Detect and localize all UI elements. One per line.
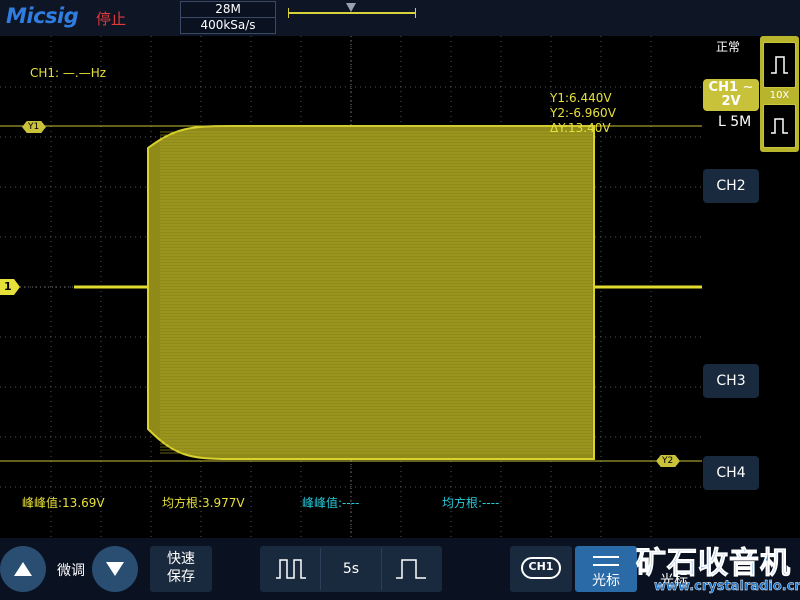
cursor-button[interactable]: 光标	[575, 546, 637, 592]
ch1-select-label: CH1	[528, 560, 554, 573]
triangle-up-icon	[14, 562, 32, 576]
memory-depth: 28M	[215, 2, 241, 16]
ch2-button[interactable]: CH2	[703, 169, 759, 203]
rising-edge-icon	[771, 56, 788, 74]
trigger-mode[interactable]: 正常	[716, 38, 740, 55]
cursor-channel-select-button[interactable]: CH1	[510, 546, 572, 592]
run-stop-status[interactable]: 停止	[96, 8, 126, 29]
ch1-label: CH1	[708, 80, 739, 95]
triangle-down-icon	[106, 562, 124, 576]
cursor-label: 光标	[592, 573, 620, 589]
measurement-ch2-rms[interactable]: 均方根:----	[442, 494, 499, 511]
ch1-settings-button[interactable]: CH1 ~ 2V	[703, 79, 759, 111]
pulse-icon	[771, 118, 788, 134]
quick-save-label-1: 快速	[167, 551, 195, 567]
sample-rate: 400kSa/s	[200, 18, 256, 32]
trigger-position-marker-icon[interactable]	[346, 3, 356, 12]
probe-ratio: 10X	[769, 90, 790, 101]
measurement-ch1-pkpk[interactable]: 峰峰值:13.69V	[22, 494, 105, 511]
timebase-label[interactable]: L 5M	[718, 114, 751, 130]
narrow-pulse-icon	[396, 559, 426, 579]
quick-save-button[interactable]: 快速 保存	[150, 546, 212, 592]
fine-up-button[interactable]	[0, 546, 46, 592]
channel-1-marker-label: 1	[4, 280, 12, 293]
fine-adjust-label: 微调	[57, 563, 85, 579]
cursor-y2-tag-label: Y2	[662, 456, 674, 466]
fine-down-button[interactable]	[92, 546, 138, 592]
brand-logo: Micsig	[6, 4, 79, 28]
trigger-pulse-button[interactable]	[763, 104, 796, 148]
timebase-decrease-button[interactable]	[262, 548, 320, 590]
timebase-increase-button[interactable]	[382, 548, 440, 590]
cursor-y1-tag-label: Y1	[28, 122, 40, 132]
wide-pulse-icon	[276, 559, 306, 579]
timebase-divider-2	[381, 548, 382, 590]
acquisition-info[interactable]: 28M 400kSa/s	[180, 1, 276, 34]
trace-burst-envelope	[147, 125, 595, 460]
cursor-y2-readout: Y2:-6.960V	[550, 106, 616, 120]
trigger-panel[interactable]: 10X	[760, 36, 799, 152]
cursor-delta-readout: ΔY:13.40V	[550, 121, 611, 135]
ch4-button[interactable]: CH4	[703, 456, 759, 490]
ch1-scale: 2V	[721, 94, 741, 109]
cursor-y1-readout: Y1:6.440V	[550, 91, 612, 105]
memory-timeline-bar[interactable]	[288, 8, 416, 18]
trigger-rising-edge-button[interactable]	[763, 42, 796, 88]
ch3-button[interactable]: CH3	[703, 364, 759, 398]
measurement-ch1-rms[interactable]: 均方根:3.977V	[162, 494, 245, 511]
horizontal-cursor-icon	[593, 556, 619, 566]
quick-save-label-2: 保存	[167, 569, 195, 585]
watermark-title: 矿石收音机	[636, 546, 791, 582]
measurement-ch2-pkpk[interactable]: 峰峰值:----	[302, 494, 359, 511]
timebase-value[interactable]: 5s	[322, 561, 380, 577]
timebase-divider-1	[320, 548, 321, 590]
frequency-readout: CH1: —.—Hz	[30, 66, 107, 80]
ch1-coupling-icon: ~	[742, 80, 754, 95]
watermark-url: www.crystalradio.cn	[654, 579, 800, 594]
